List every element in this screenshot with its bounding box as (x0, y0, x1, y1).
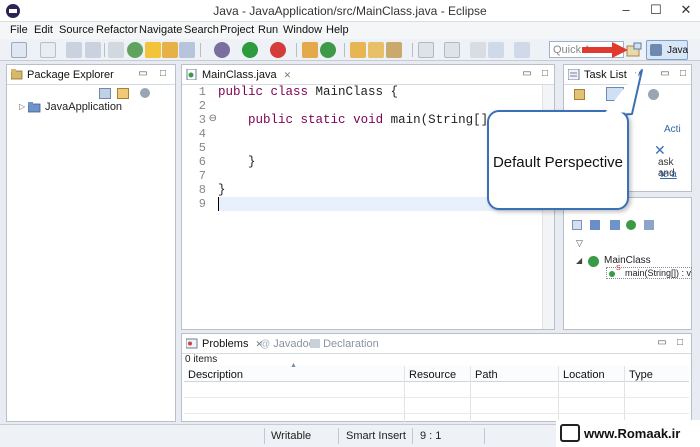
watermark-text: www.Romaak.ir (584, 426, 681, 441)
watermark-logo-icon (560, 424, 580, 442)
watermark: www.Romaak.ir (556, 420, 700, 447)
callout-tail-cover (604, 68, 640, 114)
red-arrow-icon (582, 42, 628, 58)
